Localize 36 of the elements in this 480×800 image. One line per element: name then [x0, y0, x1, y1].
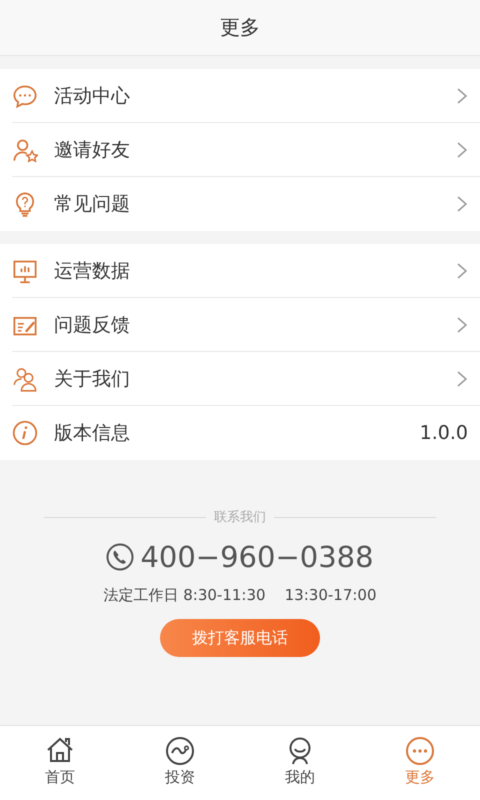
menu-item-label: 常见问题 [54, 192, 131, 217]
menu-item-label: 版本信息 [54, 421, 131, 446]
tab-icon [405, 736, 435, 766]
chevron-icon [456, 370, 468, 386]
menu-item-icon [12, 420, 38, 446]
tab-item[interactable]: 我的 [240, 726, 360, 800]
menu-item-icon [12, 82, 38, 108]
menu-item-label: 问题反馈 [54, 312, 131, 338]
chevron-icon [456, 196, 468, 212]
menu-item[interactable]: 版本信息 1.0.0 [12, 406, 480, 460]
menu-item-label: 活动中心 [54, 84, 131, 108]
chevron-icon [456, 88, 468, 104]
tab-icon [165, 736, 195, 766]
menu-item[interactable]: 运营数据 [12, 244, 480, 298]
menu-item-icon [12, 136, 38, 162]
phone-number: 400−960−0388 [140, 540, 374, 574]
menu-item[interactable]: 邀请好友 [12, 123, 480, 177]
version-number: 1.0.0 [420, 422, 468, 444]
menu-item[interactable]: 常见问题 [12, 177, 480, 231]
phone-icon [106, 543, 134, 571]
menu-item-label: 运营数据 [54, 258, 131, 284]
menu-item-icon [12, 258, 38, 284]
menu-item-icon [12, 366, 38, 392]
menu-item-label: 邀请好友 [54, 138, 131, 162]
tab-item[interactable]: 首页 [0, 726, 120, 800]
chevron-icon [456, 262, 468, 278]
menu-item[interactable]: 关于我们 [12, 352, 480, 406]
tab-item[interactable]: 投资 [120, 726, 240, 800]
page-title: 更多 [220, 14, 260, 41]
menu-item[interactable]: 活动中心 [12, 69, 480, 123]
chevron-icon [456, 142, 468, 158]
working-hours: 法定工作日 8:30-11:30 13:30-17:00 [103, 586, 377, 605]
chevron-icon [456, 316, 468, 332]
menu-item-label: 关于我们 [54, 366, 131, 392]
contact-heading: 联系我们 [214, 509, 266, 526]
menu-item[interactable]: 问题反馈 [12, 298, 480, 352]
